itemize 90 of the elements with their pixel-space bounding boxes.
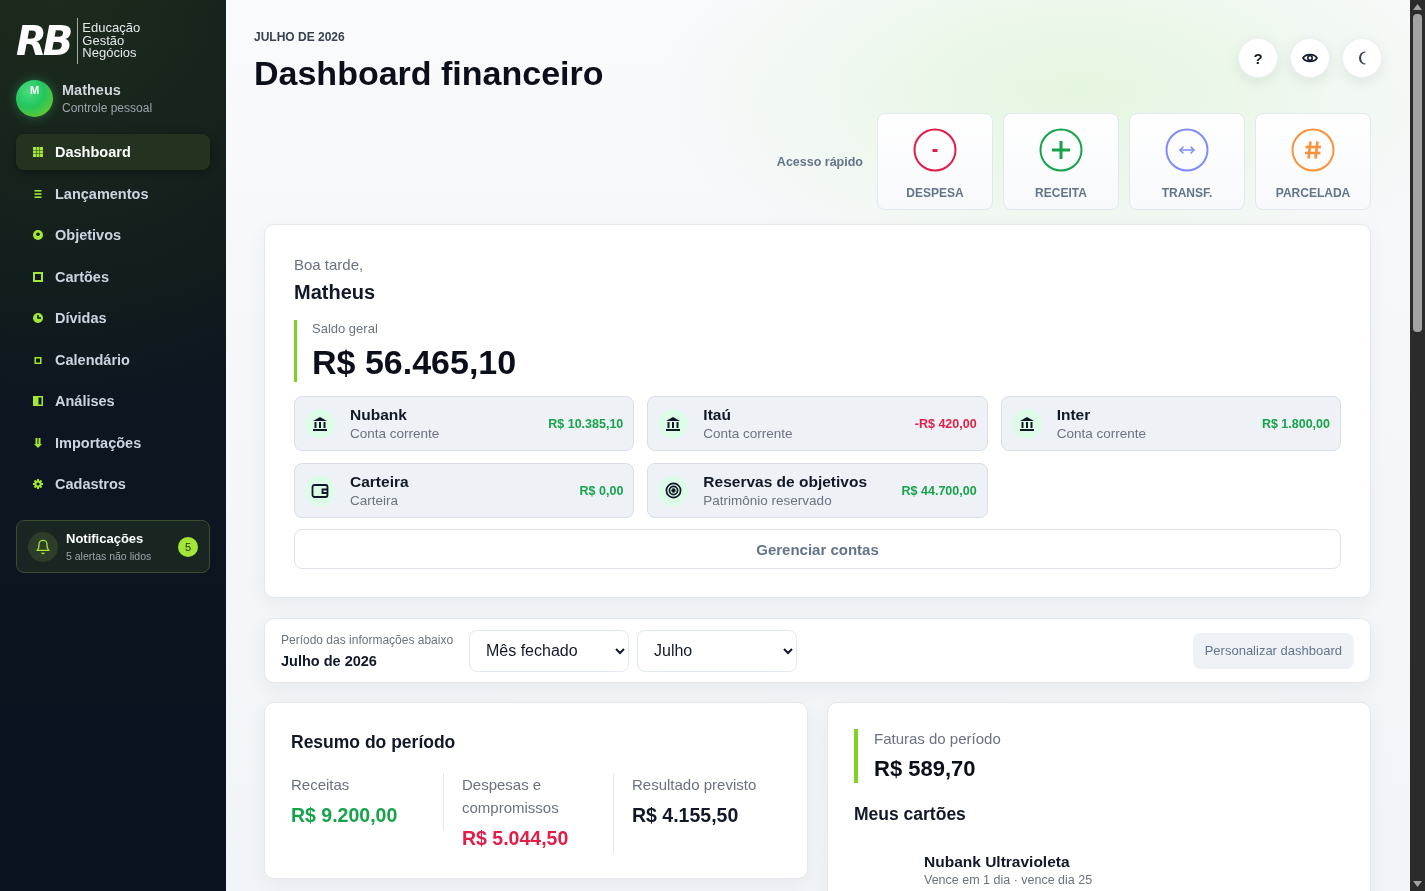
nav-item[interactable]: Objetivos bbox=[16, 217, 210, 253]
customize-dashboard-button[interactable]: Personalizar dashboard bbox=[1192, 632, 1354, 669]
eye-button[interactable] bbox=[1290, 38, 1330, 78]
panel-icon bbox=[33, 396, 43, 406]
summary-value: R$ 5.044,50 bbox=[462, 826, 569, 851]
grid-icon bbox=[33, 147, 43, 157]
nav-item[interactable]: Dashboard bbox=[16, 134, 210, 170]
account-card[interactable]: Nubank Conta corrente R$ 10.385,10 bbox=[294, 396, 635, 451]
account-name: Carteira bbox=[350, 473, 409, 491]
gear-icon bbox=[33, 479, 43, 489]
account-type: Conta corrente bbox=[703, 426, 793, 441]
nav-item[interactable]: Dívidas bbox=[16, 300, 210, 336]
credit-card-name: Nubank Ultravioleta bbox=[924, 853, 1070, 871]
manage-accounts-button[interactable]: Gerenciar contas bbox=[294, 529, 1341, 569]
bell-icon bbox=[28, 531, 58, 562]
notifications-title: Notificações bbox=[66, 531, 145, 546]
summary-title: Resumo do período bbox=[291, 731, 457, 753]
account-card[interactable]: Carteira Carteira R$ 0,00 bbox=[294, 463, 635, 518]
summary-label: Receitas bbox=[291, 775, 350, 795]
account-balance: R$ 10.385,10 bbox=[548, 416, 624, 431]
target-icon bbox=[33, 230, 43, 240]
nav-item[interactable]: Análises bbox=[16, 383, 210, 419]
pie-chart-icon bbox=[33, 313, 43, 323]
summary-value: R$ 4.155,50 bbox=[632, 803, 739, 828]
account-balance: R$ 1.800,00 bbox=[1261, 416, 1330, 431]
period-label: Período das informações abaixo bbox=[281, 632, 455, 647]
scroll-down-icon[interactable] bbox=[1413, 881, 1422, 887]
eye-icon bbox=[1302, 52, 1318, 64]
account-type: Carteira bbox=[350, 493, 398, 508]
greeting-name: Matheus bbox=[294, 280, 376, 305]
summary-label: Despesas e compromissos bbox=[462, 775, 560, 818]
brand-logo: RB bbox=[16, 17, 71, 65]
user-avatar: M bbox=[16, 80, 53, 117]
bank-icon bbox=[305, 408, 335, 439]
greeting-text: Boa tarde, bbox=[294, 256, 364, 274]
card-icon bbox=[33, 271, 43, 282]
account-type: Patrimônio reservado bbox=[703, 493, 832, 508]
nav-item[interactable]: Cadastros bbox=[16, 466, 210, 502]
period-mode-select[interactable]: Mês fechado bbox=[469, 629, 629, 672]
account-balance: -R$ 420,00 bbox=[914, 416, 977, 431]
help-button[interactable]: ? bbox=[1238, 38, 1278, 78]
user-name: Matheus bbox=[62, 82, 122, 98]
month-select[interactable]: Julho bbox=[637, 629, 797, 672]
nav-item[interactable]: Lançamentos bbox=[16, 175, 210, 212]
account-card[interactable]: Itaú Conta corrente -R$ 420,00 bbox=[647, 396, 988, 451]
quick-action-button[interactable]: TRANSF. bbox=[1129, 113, 1245, 210]
account-balance: R$ 0,00 bbox=[579, 483, 624, 498]
notifications-subtitle: 5 alertas não lidos bbox=[66, 550, 152, 562]
credit-card-due: Vence em 1 dia · vence dia 25 bbox=[924, 872, 1093, 888]
quick-access-label: Acesso rápido bbox=[776, 154, 863, 169]
notifications-count: 5 bbox=[178, 536, 198, 557]
nav-item[interactable]: Importações bbox=[16, 424, 210, 461]
account-balance: R$ 44.700,00 bbox=[901, 483, 977, 498]
period-value: Julho de 2026 bbox=[281, 652, 378, 669]
target-icon bbox=[658, 475, 689, 506]
bank-icon bbox=[1011, 408, 1042, 439]
page-title: Dashboard financeiro bbox=[254, 53, 604, 93]
wallet-icon bbox=[305, 475, 335, 506]
account-name: Nubank bbox=[350, 406, 407, 424]
account-name: Inter bbox=[1056, 406, 1091, 424]
bank-icon bbox=[658, 408, 689, 439]
balance-label: Saldo geral bbox=[312, 320, 378, 338]
cards-title: Meus cartões bbox=[854, 803, 967, 825]
scroll-up-icon[interactable] bbox=[1413, 4, 1422, 10]
invoices-label: Faturas do período bbox=[874, 729, 1001, 749]
account-name: Itaú bbox=[703, 406, 731, 424]
summary-value: R$ 9.200,00 bbox=[291, 803, 398, 828]
account-card[interactable]: Inter Conta corrente R$ 1.800,00 bbox=[1000, 396, 1341, 451]
quick-action-button[interactable]: DESPESA bbox=[877, 113, 993, 210]
account-name: Reservas de objetivos bbox=[703, 473, 868, 491]
summary-label: Resultado previsto bbox=[632, 775, 757, 795]
account-type: Conta corrente bbox=[1056, 426, 1146, 441]
invoices-total: R$ 589,70 bbox=[874, 755, 976, 783]
download-icon bbox=[33, 437, 43, 448]
scrollbar-thumb[interactable] bbox=[1413, 14, 1422, 332]
quick-action-button[interactable]: RECEITA bbox=[1003, 113, 1119, 210]
account-card[interactable]: Reservas de objetivos Patrimônio reservado R$ 44.700,00 bbox=[647, 463, 988, 518]
scrollbar[interactable] bbox=[1410, 0, 1425, 891]
period-eyebrow: JULHO DE 2026 bbox=[254, 30, 345, 44]
list-icon bbox=[33, 188, 43, 199]
nav-item[interactable]: Cartões bbox=[16, 258, 210, 295]
nav-item[interactable]: Calendário bbox=[16, 341, 210, 378]
quick-action-button[interactable]: PARCELADA bbox=[1255, 113, 1371, 210]
balance-amount: R$ 56.465,10 bbox=[312, 342, 517, 382]
notifications-card[interactable]: Notificações 5 alertas não lidos 5 bbox=[16, 520, 210, 573]
brand-tagline: Educação Gestão Negócios bbox=[82, 22, 141, 60]
user-plan: Controle pessoal bbox=[62, 101, 153, 115]
moon-icon bbox=[1357, 51, 1367, 65]
account-type: Conta corrente bbox=[350, 426, 440, 441]
square-icon bbox=[33, 354, 43, 365]
